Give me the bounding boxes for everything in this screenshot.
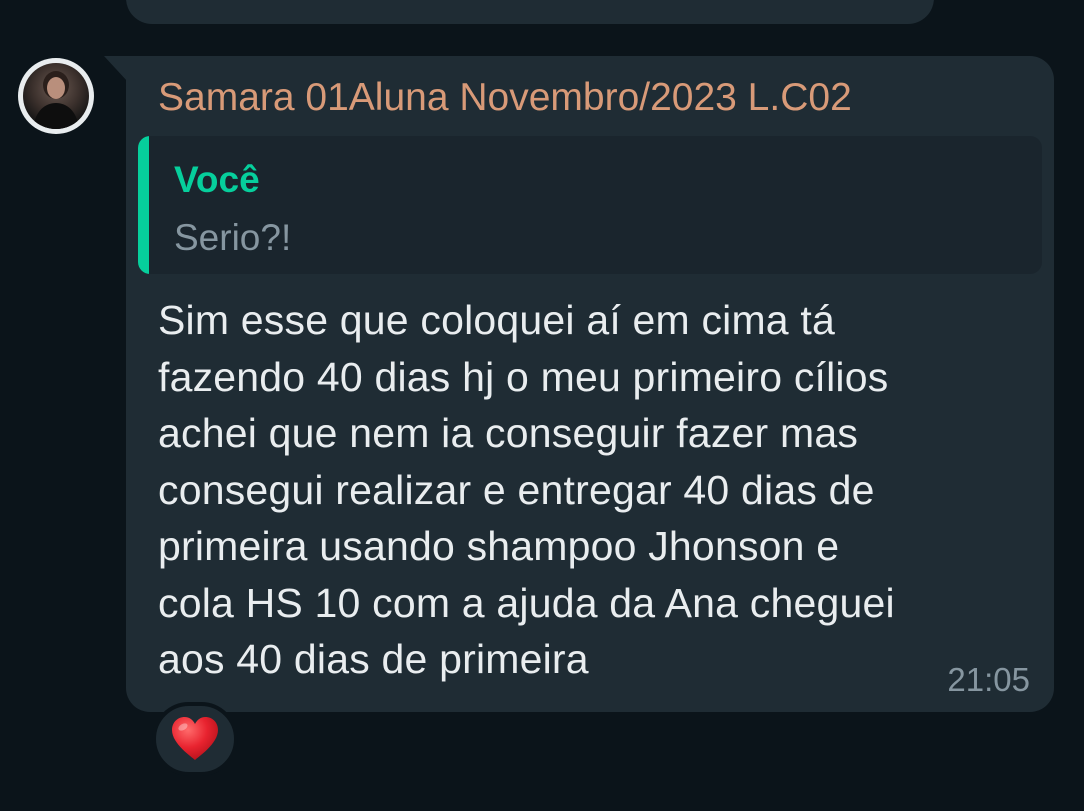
red-heart-icon [172,717,218,760]
message-time: 21:05 [947,661,1030,698]
avatar-portrait-icon [33,71,79,129]
message-bubble[interactable]: Samara 01Aluna Novembro/2023 L.C02 Você … [126,56,1054,712]
avatar-photo [23,63,89,129]
reaction-badge[interactable] [152,702,238,776]
previous-message-time: 20:48 [837,0,912,12]
quote-accent-bar [138,136,149,274]
quote-text: Serio?! [174,217,292,258]
previous-message-bubble[interactable]: 20:48 [126,0,934,24]
message-text: Sim esse que coloquei aí em cima tá faze… [158,297,895,682]
sender-name[interactable]: Samara 01Aluna Novembro/2023 L.C02 [158,76,852,120]
sender-avatar[interactable] [18,58,94,134]
quoted-reply[interactable]: Você Serio?! [138,136,1042,274]
quote-author: Você [174,159,260,200]
bubble-tail [104,56,128,82]
chat-screen: 20:48 Samara 01Aluna Novembro/2023 L.C02… [0,0,1084,811]
